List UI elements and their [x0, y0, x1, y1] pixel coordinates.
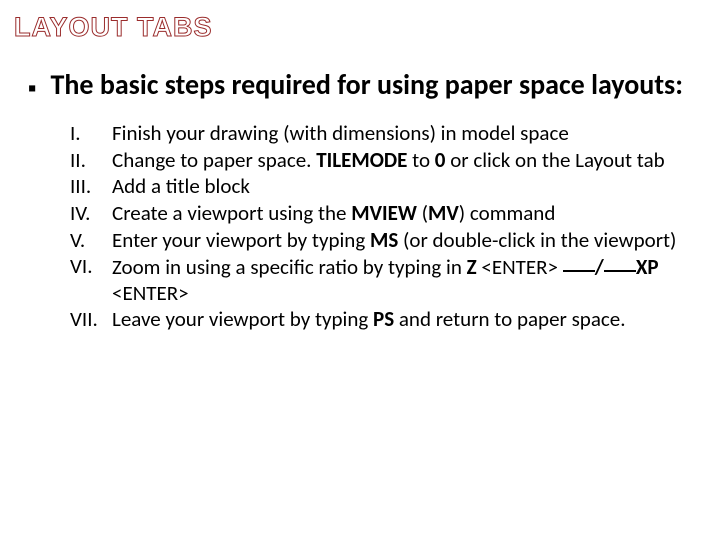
text: Create a viewport using the: [112, 200, 351, 226]
roman-numeral: III.: [70, 174, 112, 200]
roman-numeral: VI.: [70, 254, 112, 306]
step-text: Create a viewport using the MVIEW (MV) c…: [112, 201, 692, 227]
bold-text: XP: [636, 254, 659, 280]
bold-text: MV: [428, 200, 459, 226]
text: to: [407, 147, 434, 173]
roman-list: I. Finish your drawing (with dimensions)…: [70, 121, 692, 333]
bold-text: MS: [370, 227, 398, 253]
bold-text: MVIEW: [351, 200, 417, 226]
step-text: Finish your drawing (with dimensions) in…: [112, 121, 692, 147]
roman-numeral: II.: [70, 148, 112, 174]
slide-title: LAYOUT TABS: [0, 0, 720, 43]
text: Change to paper space.: [112, 147, 316, 173]
intro-text: The basic steps required for using paper…: [51, 69, 683, 101]
roman-numeral: IV.: [70, 201, 112, 227]
step-text: Change to paper space. TILEMODE to 0 or …: [112, 148, 692, 174]
text: <ENTER>: [112, 280, 189, 306]
text: or click on the Layout tab: [445, 147, 664, 173]
blank-underline: [604, 252, 636, 272]
list-item: V. Enter your viewport by typing MS (or …: [70, 228, 692, 254]
text: (or double-click in the viewport): [398, 227, 676, 253]
text: and return to paper space.: [394, 306, 625, 332]
text: Zoom in using a specific ratio by typing…: [112, 254, 467, 280]
intro-bullet: ▪ The basic steps required for using pap…: [28, 69, 692, 101]
step-text: Enter your viewport by typing MS (or dou…: [112, 228, 692, 254]
text: Enter your viewport by typing: [112, 227, 370, 253]
list-item: II. Change to paper space. TILEMODE to 0…: [70, 148, 692, 174]
bold-text: Z: [467, 254, 477, 280]
list-item: III. Add a title block: [70, 174, 692, 200]
roman-numeral: VII.: [70, 307, 112, 333]
bold-text: TILEMODE: [316, 147, 407, 173]
bold-text: 0: [435, 147, 446, 173]
roman-numeral: V.: [70, 228, 112, 254]
text: (: [417, 200, 428, 226]
text: <ENTER>: [477, 254, 563, 280]
text: Leave your viewport by typing: [112, 306, 373, 332]
slide-content: ▪ The basic steps required for using pap…: [0, 43, 720, 333]
text: ) command: [459, 200, 556, 226]
bold-text: /: [595, 254, 604, 280]
list-item: IV. Create a viewport using the MVIEW (M…: [70, 201, 692, 227]
roman-numeral: I.: [70, 121, 112, 147]
square-bullet-icon: ▪: [28, 77, 37, 101]
blank-underline: [563, 252, 595, 272]
bold-text: PS: [373, 306, 394, 332]
step-text: Leave your viewport by typing PS and ret…: [112, 307, 692, 333]
step-text: Add a title block: [112, 174, 692, 200]
list-item: VI. Zoom in using a specific ratio by ty…: [70, 254, 692, 306]
list-item: VII. Leave your viewport by typing PS an…: [70, 307, 692, 333]
step-text: Zoom in using a specific ratio by typing…: [112, 254, 692, 306]
list-item: I. Finish your drawing (with dimensions)…: [70, 121, 692, 147]
